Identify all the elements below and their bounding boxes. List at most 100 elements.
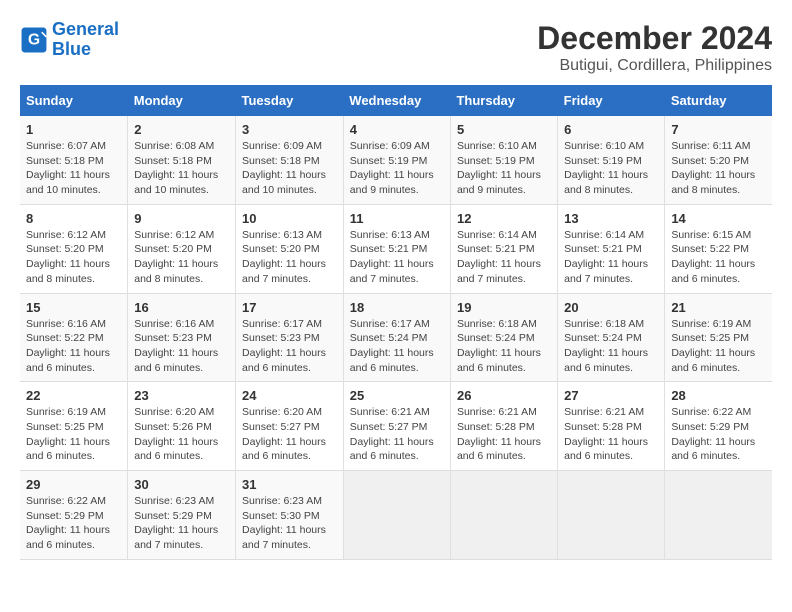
day-number: 16: [134, 300, 229, 315]
day-number: 23: [134, 388, 229, 403]
day-cell-13: 13 Sunrise: 6:14 AMSunset: 5:21 PMDaylig…: [558, 204, 665, 293]
day-info: Sunrise: 6:20 AMSunset: 5:26 PMDaylight:…: [134, 405, 229, 464]
calendar-row: 15 Sunrise: 6:16 AMSunset: 5:22 PMDaylig…: [20, 293, 772, 382]
title-block: December 2024 Butigui, Cordillera, Phili…: [537, 20, 772, 75]
day-number: 18: [350, 300, 444, 315]
day-info: Sunrise: 6:21 AMSunset: 5:27 PMDaylight:…: [350, 405, 444, 464]
day-info: Sunrise: 6:19 AMSunset: 5:25 PMDaylight:…: [26, 405, 121, 464]
calendar-row: 1 Sunrise: 6:07 AMSunset: 5:18 PMDayligh…: [20, 116, 772, 204]
col-thursday: Thursday: [450, 85, 557, 116]
day-cell-25: 25 Sunrise: 6:21 AMSunset: 5:27 PMDaylig…: [343, 382, 450, 471]
day-number: 13: [564, 211, 658, 226]
calendar-row: 8 Sunrise: 6:12 AMSunset: 5:20 PMDayligh…: [20, 204, 772, 293]
day-cell-23: 23 Sunrise: 6:20 AMSunset: 5:26 PMDaylig…: [128, 382, 236, 471]
day-number: 19: [457, 300, 551, 315]
day-info: Sunrise: 6:23 AMSunset: 5:29 PMDaylight:…: [134, 494, 229, 553]
logo-icon: G: [20, 26, 48, 54]
day-info: Sunrise: 6:21 AMSunset: 5:28 PMDaylight:…: [564, 405, 658, 464]
day-number: 27: [564, 388, 658, 403]
day-cell-7: 7 Sunrise: 6:11 AMSunset: 5:20 PMDayligh…: [665, 116, 772, 204]
day-info: Sunrise: 6:14 AMSunset: 5:21 PMDaylight:…: [564, 228, 658, 287]
day-number: 14: [671, 211, 766, 226]
col-saturday: Saturday: [665, 85, 772, 116]
day-number: 15: [26, 300, 121, 315]
day-number: 20: [564, 300, 658, 315]
month-title: December 2024: [537, 20, 772, 57]
day-number: 4: [350, 122, 444, 137]
day-info: Sunrise: 6:10 AMSunset: 5:19 PMDaylight:…: [457, 139, 551, 198]
calendar-header-row: Sunday Monday Tuesday Wednesday Thursday…: [20, 85, 772, 116]
day-info: Sunrise: 6:21 AMSunset: 5:28 PMDaylight:…: [457, 405, 551, 464]
day-number: 26: [457, 388, 551, 403]
calendar-body: 1 Sunrise: 6:07 AMSunset: 5:18 PMDayligh…: [20, 116, 772, 559]
day-number: 9: [134, 211, 229, 226]
day-cell-5: 5 Sunrise: 6:10 AMSunset: 5:19 PMDayligh…: [450, 116, 557, 204]
day-cell-20: 20 Sunrise: 6:18 AMSunset: 5:24 PMDaylig…: [558, 293, 665, 382]
day-number: 17: [242, 300, 337, 315]
day-info: Sunrise: 6:16 AMSunset: 5:23 PMDaylight:…: [134, 317, 229, 376]
calendar-row: 22 Sunrise: 6:19 AMSunset: 5:25 PMDaylig…: [20, 382, 772, 471]
svg-text:G: G: [28, 31, 40, 48]
day-cell-21: 21 Sunrise: 6:19 AMSunset: 5:25 PMDaylig…: [665, 293, 772, 382]
logo-blue: Blue: [52, 39, 91, 59]
day-cell-8: 8 Sunrise: 6:12 AMSunset: 5:20 PMDayligh…: [20, 204, 128, 293]
day-cell-9: 9 Sunrise: 6:12 AMSunset: 5:20 PMDayligh…: [128, 204, 236, 293]
day-cell-4: 4 Sunrise: 6:09 AMSunset: 5:19 PMDayligh…: [343, 116, 450, 204]
day-cell-24: 24 Sunrise: 6:20 AMSunset: 5:27 PMDaylig…: [236, 382, 344, 471]
day-number: 22: [26, 388, 121, 403]
day-info: Sunrise: 6:09 AMSunset: 5:18 PMDaylight:…: [242, 139, 337, 198]
day-info: Sunrise: 6:12 AMSunset: 5:20 PMDaylight:…: [134, 228, 229, 287]
calendar-row: 29 Sunrise: 6:22 AMSunset: 5:29 PMDaylig…: [20, 471, 772, 560]
logo-text: General Blue: [52, 20, 119, 60]
day-number: 30: [134, 477, 229, 492]
day-number: 2: [134, 122, 229, 137]
day-info: Sunrise: 6:16 AMSunset: 5:22 PMDaylight:…: [26, 317, 121, 376]
day-cell-22: 22 Sunrise: 6:19 AMSunset: 5:25 PMDaylig…: [20, 382, 128, 471]
location-title: Butigui, Cordillera, Philippines: [537, 57, 772, 75]
day-cell-17: 17 Sunrise: 6:17 AMSunset: 5:23 PMDaylig…: [236, 293, 344, 382]
day-info: Sunrise: 6:18 AMSunset: 5:24 PMDaylight:…: [457, 317, 551, 376]
calendar-table: Sunday Monday Tuesday Wednesday Thursday…: [20, 85, 772, 560]
day-info: Sunrise: 6:18 AMSunset: 5:24 PMDaylight:…: [564, 317, 658, 376]
col-tuesday: Tuesday: [236, 85, 344, 116]
day-cell-11: 11 Sunrise: 6:13 AMSunset: 5:21 PMDaylig…: [343, 204, 450, 293]
day-number: 1: [26, 122, 121, 137]
day-info: Sunrise: 6:14 AMSunset: 5:21 PMDaylight:…: [457, 228, 551, 287]
day-info: Sunrise: 6:10 AMSunset: 5:19 PMDaylight:…: [564, 139, 658, 198]
day-info: Sunrise: 6:07 AMSunset: 5:18 PMDaylight:…: [26, 139, 121, 198]
day-number: 25: [350, 388, 444, 403]
day-number: 24: [242, 388, 337, 403]
day-cell-12: 12 Sunrise: 6:14 AMSunset: 5:21 PMDaylig…: [450, 204, 557, 293]
day-cell-29: 29 Sunrise: 6:22 AMSunset: 5:29 PMDaylig…: [20, 471, 128, 560]
day-cell-3: 3 Sunrise: 6:09 AMSunset: 5:18 PMDayligh…: [236, 116, 344, 204]
day-info: Sunrise: 6:15 AMSunset: 5:22 PMDaylight:…: [671, 228, 766, 287]
empty-cell: [665, 471, 772, 560]
day-cell-28: 28 Sunrise: 6:22 AMSunset: 5:29 PMDaylig…: [665, 382, 772, 471]
day-cell-14: 14 Sunrise: 6:15 AMSunset: 5:22 PMDaylig…: [665, 204, 772, 293]
day-cell-6: 6 Sunrise: 6:10 AMSunset: 5:19 PMDayligh…: [558, 116, 665, 204]
day-info: Sunrise: 6:17 AMSunset: 5:24 PMDaylight:…: [350, 317, 444, 376]
day-cell-10: 10 Sunrise: 6:13 AMSunset: 5:20 PMDaylig…: [236, 204, 344, 293]
logo: G General Blue: [20, 20, 119, 60]
day-info: Sunrise: 6:22 AMSunset: 5:29 PMDaylight:…: [671, 405, 766, 464]
col-sunday: Sunday: [20, 85, 128, 116]
col-wednesday: Wednesday: [343, 85, 450, 116]
day-number: 6: [564, 122, 658, 137]
day-number: 29: [26, 477, 121, 492]
day-number: 8: [26, 211, 121, 226]
day-cell-1: 1 Sunrise: 6:07 AMSunset: 5:18 PMDayligh…: [20, 116, 128, 204]
empty-cell: [343, 471, 450, 560]
day-info: Sunrise: 6:23 AMSunset: 5:30 PMDaylight:…: [242, 494, 337, 553]
day-info: Sunrise: 6:12 AMSunset: 5:20 PMDaylight:…: [26, 228, 121, 287]
day-number: 3: [242, 122, 337, 137]
day-cell-26: 26 Sunrise: 6:21 AMSunset: 5:28 PMDaylig…: [450, 382, 557, 471]
day-info: Sunrise: 6:20 AMSunset: 5:27 PMDaylight:…: [242, 405, 337, 464]
day-info: Sunrise: 6:19 AMSunset: 5:25 PMDaylight:…: [671, 317, 766, 376]
day-number: 7: [671, 122, 766, 137]
day-number: 31: [242, 477, 337, 492]
day-cell-16: 16 Sunrise: 6:16 AMSunset: 5:23 PMDaylig…: [128, 293, 236, 382]
day-info: Sunrise: 6:17 AMSunset: 5:23 PMDaylight:…: [242, 317, 337, 376]
day-info: Sunrise: 6:08 AMSunset: 5:18 PMDaylight:…: [134, 139, 229, 198]
col-friday: Friday: [558, 85, 665, 116]
empty-cell: [558, 471, 665, 560]
